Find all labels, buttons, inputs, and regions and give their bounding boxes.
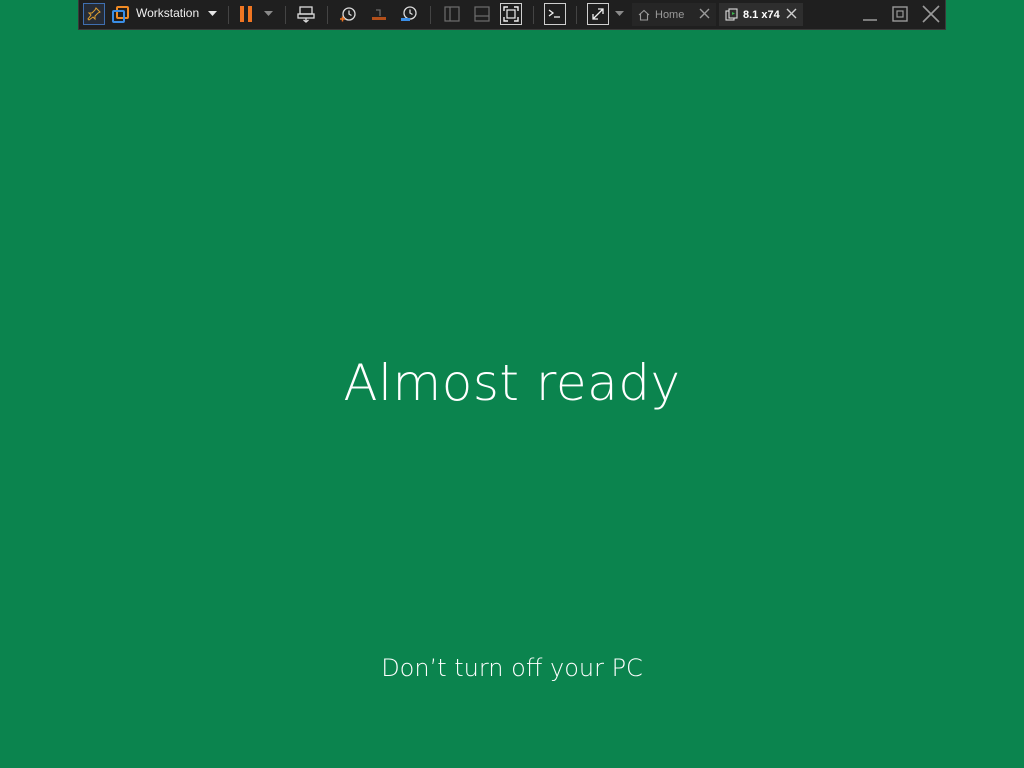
close-tab-home-button[interactable] (699, 8, 710, 19)
pin-icon (87, 7, 101, 21)
revert-snapshot-icon (372, 9, 386, 20)
caret-down-icon (614, 11, 624, 16)
send-ctrl-alt-del-button[interactable] (295, 3, 317, 25)
full-screen-button[interactable] (587, 3, 609, 25)
minimize-window-button[interactable] (859, 3, 881, 25)
fit-guest-button[interactable] (500, 3, 522, 25)
vmware-toolbar: Workstation Home 8.1 x74 (78, 0, 946, 30)
tab-vm-8-1-x74[interactable]: 8.1 x74 (719, 3, 803, 26)
toolbar-separator (430, 6, 431, 24)
vm-guest-screen: Workstation Home 8.1 x74 Almost ready Do… (0, 0, 1024, 768)
toolbar-separator (533, 6, 534, 24)
dont-turn-off-message: Don’t turn off your PC (381, 654, 643, 682)
pause-vm-button[interactable] (236, 3, 256, 25)
toolbar-separator (285, 6, 286, 24)
vmware-logo[interactable] (110, 3, 130, 25)
toolbar-separator (327, 6, 328, 24)
take-snapshot-button[interactable] (337, 3, 359, 25)
thumbnail-bar-icon (474, 6, 490, 22)
pause-icon (240, 6, 252, 22)
full-screen-options-dropdown[interactable] (612, 3, 626, 25)
fit-guest-icon (503, 6, 519, 22)
vmware-logo-icon (111, 5, 129, 23)
show-thumbnail-bar-button[interactable] (471, 3, 493, 25)
caret-down-icon (263, 11, 273, 16)
home-icon (638, 9, 650, 21)
minimize-icon (863, 19, 877, 21)
snapshot-manager-icon (401, 6, 417, 21)
workstation-menu-label[interactable]: Workstation (136, 6, 199, 20)
restore-window-button[interactable] (889, 3, 911, 25)
toolbar-separator (576, 6, 577, 24)
console-view-icon (548, 9, 560, 18)
show-library-button[interactable] (441, 3, 463, 25)
pin-toolbar-button[interactable] (83, 3, 105, 25)
snapshot-icon (340, 7, 356, 22)
tab-home[interactable]: Home (632, 3, 716, 26)
send-ctrl-alt-del-icon (297, 6, 315, 23)
tab-home-label: Home (655, 8, 685, 21)
power-options-dropdown[interactable] (261, 3, 275, 25)
tab-vm-label: 8.1 x74 (743, 8, 780, 21)
restore-icon (892, 6, 908, 22)
revert-snapshot-button[interactable] (368, 3, 390, 25)
close-icon (922, 5, 940, 23)
toolbar-separator (228, 6, 229, 24)
caret-down-icon (207, 11, 217, 16)
snapshot-manager-button[interactable] (398, 3, 420, 25)
library-view-icon (444, 6, 460, 22)
workstation-menu-dropdown[interactable] (205, 3, 219, 25)
console-view-button[interactable] (544, 3, 566, 25)
close-icon (786, 8, 797, 19)
virtual-machine-icon (725, 8, 738, 21)
fullscreen-icon (592, 8, 604, 20)
close-window-button[interactable] (919, 3, 943, 25)
close-tab-vm-button[interactable] (786, 8, 797, 19)
almost-ready-heading: Almost ready (343, 354, 681, 412)
close-icon (699, 8, 710, 19)
